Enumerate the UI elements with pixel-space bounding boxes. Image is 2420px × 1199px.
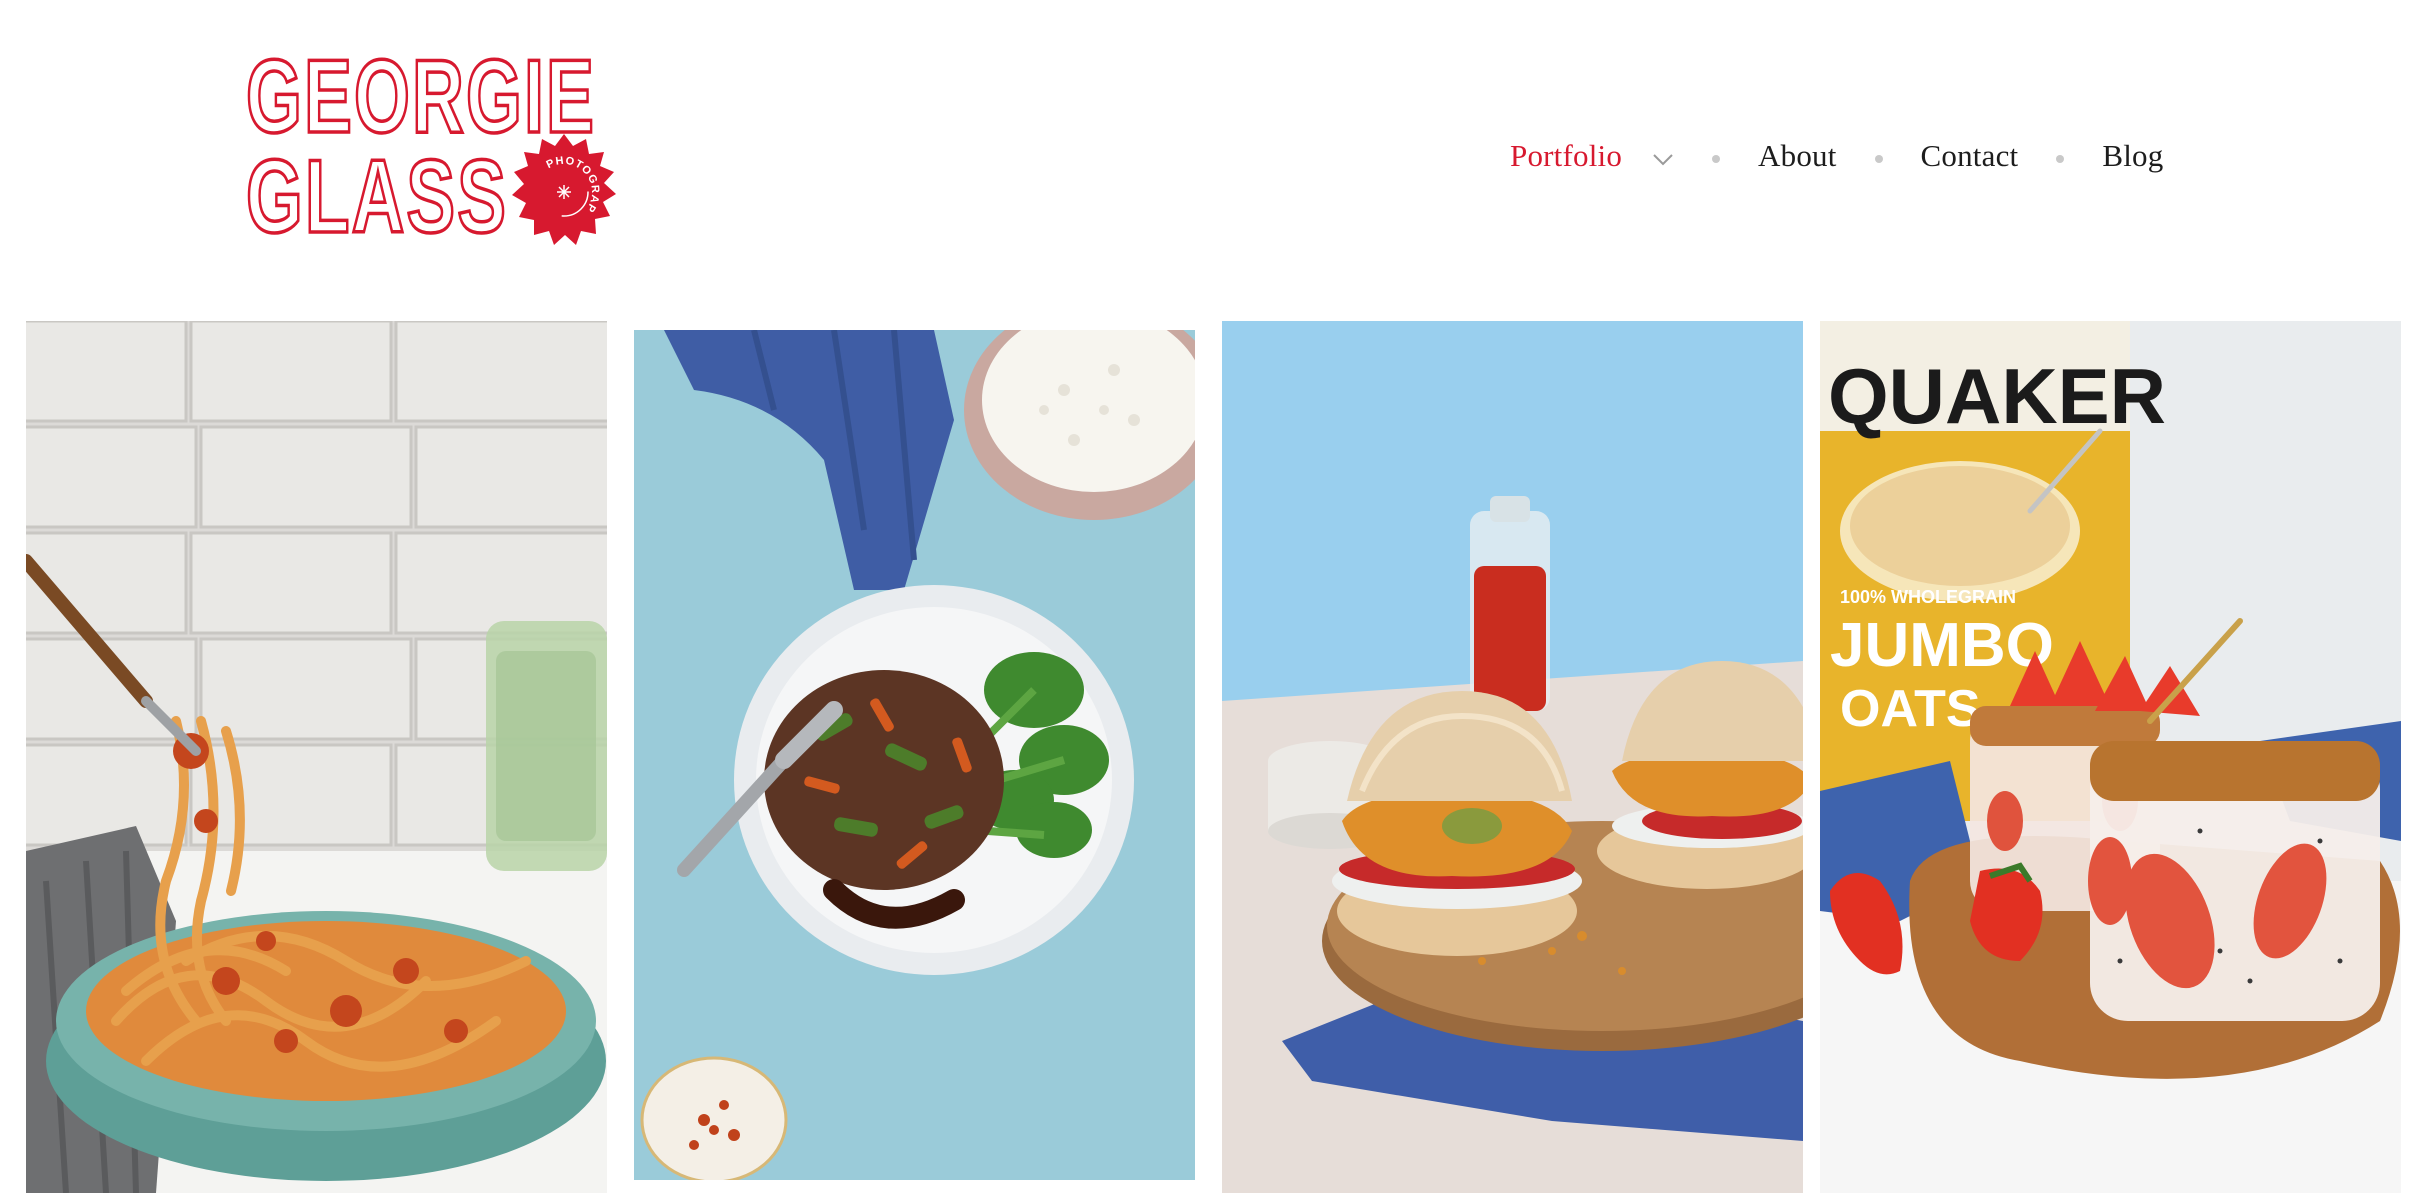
- site-logo[interactable]: GEORGIE GLASS PHOTOGRAPHY: [242, 40, 622, 250]
- page: GEORGIE GLASS PHOTOGRAPHY Portfolio Abou…: [0, 0, 2420, 1199]
- nav-separator: [1712, 155, 1721, 163]
- product-brand: QUAKER: [1828, 352, 2166, 440]
- gallery-image-pasta[interactable]: [26, 321, 607, 1193]
- nav-item-contact[interactable]: Contact: [1921, 138, 2019, 174]
- nav-separator: [1874, 155, 1883, 163]
- main-nav: Portfolio About Contact Blog: [1510, 128, 2163, 184]
- logo-line-1: GEORGIE: [246, 40, 596, 155]
- nav-item-blog[interactable]: Blog: [2102, 138, 2163, 174]
- product-claim: 100% WHOLEGRAIN: [1840, 587, 2016, 607]
- product-subname: OATS: [1840, 680, 1981, 738]
- gallery-image-stir-fry[interactable]: [634, 330, 1195, 1180]
- logo-line-2: GLASS: [246, 139, 508, 250]
- nav-item-portfolio[interactable]: Portfolio: [1510, 138, 1622, 174]
- product-name: JUMBO: [1830, 611, 2054, 680]
- nav-item-about[interactable]: About: [1758, 138, 1837, 174]
- chevron-down-icon[interactable]: [1652, 153, 1674, 167]
- nav-separator: [2056, 155, 2065, 163]
- gallery-image-overnight-oats[interactable]: QUAKER 100% WHOLEGRAIN JUMBO OATS: [1820, 321, 2401, 1193]
- gallery-image-fish-burgers[interactable]: [1222, 321, 1803, 1193]
